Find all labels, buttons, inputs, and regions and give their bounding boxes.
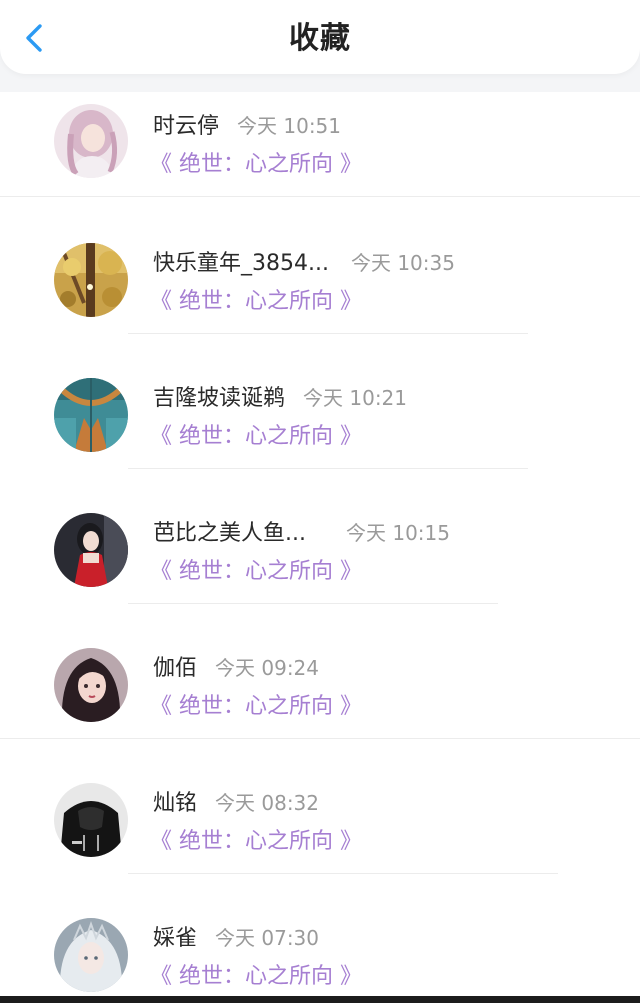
book-title-link[interactable]: 《 绝世：心之所向 》 [150, 146, 362, 178]
list-item[interactable]: 伽佰 今天 09:24 《 绝世：心之所向 》 [0, 602, 640, 739]
timestamp: 今天 08:32 [215, 791, 320, 815]
timestamp: 今天 10:21 [303, 386, 408, 410]
timestamp: 今天 09:24 [215, 656, 320, 680]
timestamp: 今天 07:30 [215, 926, 320, 950]
user-name[interactable]: 时云停 [153, 108, 219, 140]
name-line: 芭比之美人鱼... 今天 10:15 [153, 515, 450, 549]
list-item[interactable]: 快乐童年_3854... 今天 10:35 《 绝世：心之所向 》 [0, 197, 640, 334]
timestamp: 今天 10:51 [237, 114, 342, 138]
list-item[interactable]: 芭比之美人鱼... 今天 10:15 《 绝世：心之所向 》 [0, 467, 640, 604]
user-name[interactable]: 芭比之美人鱼... [153, 515, 306, 547]
avatar[interactable] [54, 243, 128, 317]
user-name[interactable]: 伽佰 [153, 650, 197, 682]
page-title: 收藏 [289, 21, 351, 56]
user-name[interactable]: 快乐童年_3854... [153, 245, 329, 277]
avatar[interactable] [54, 513, 128, 587]
book-title-link[interactable]: 《 绝世：心之所向 》 [150, 688, 362, 720]
favorites-page: 收藏 时云停 今天 10:51 《 绝世：心之所向 》 快乐童年_3854...… [0, 0, 640, 1003]
name-line: 灿铭 今天 08:32 [153, 785, 319, 819]
avatar[interactable] [54, 648, 128, 722]
book-title-link[interactable]: 《 绝世：心之所向 》 [150, 283, 362, 315]
user-name[interactable]: 婇雀 [153, 920, 197, 952]
user-name[interactable]: 吉隆坡读诞鹈 [153, 380, 285, 412]
name-line: 伽佰 今天 09:24 [153, 650, 319, 684]
avatar[interactable] [54, 783, 128, 857]
user-name[interactable]: 灿铭 [153, 785, 197, 817]
name-line: 时云停 今天 10:51 [153, 108, 341, 142]
favorites-list: 时云停 今天 10:51 《 绝世：心之所向 》 快乐童年_3854... 今天… [0, 92, 640, 1003]
name-line: 吉隆坡读诞鹈 今天 10:21 [153, 380, 407, 414]
timestamp: 今天 10:15 [345, 521, 450, 545]
avatar[interactable] [54, 918, 128, 992]
bottom-edge [0, 996, 640, 1003]
avatar[interactable] [54, 378, 128, 452]
header: 收藏 [0, 0, 640, 74]
list-item[interactable]: 婇雀 今天 07:30 《 绝世：心之所向 》 [0, 872, 640, 1003]
book-title-link[interactable]: 《 绝世：心之所向 》 [150, 958, 362, 990]
list-item[interactable]: 灿铭 今天 08:32 《 绝世：心之所向 》 [0, 737, 640, 874]
timestamp: 今天 10:35 [350, 251, 455, 275]
name-line: 快乐童年_3854... 今天 10:35 [153, 245, 455, 279]
book-title-link[interactable]: 《 绝世：心之所向 》 [150, 553, 362, 585]
name-line: 婇雀 今天 07:30 [153, 920, 319, 954]
book-title-link[interactable]: 《 绝世：心之所向 》 [150, 418, 362, 450]
book-title-link[interactable]: 《 绝世：心之所向 》 [150, 823, 362, 855]
avatar[interactable] [54, 104, 128, 178]
list-item[interactable]: 吉隆坡读诞鹈 今天 10:21 《 绝世：心之所向 》 [0, 332, 640, 469]
